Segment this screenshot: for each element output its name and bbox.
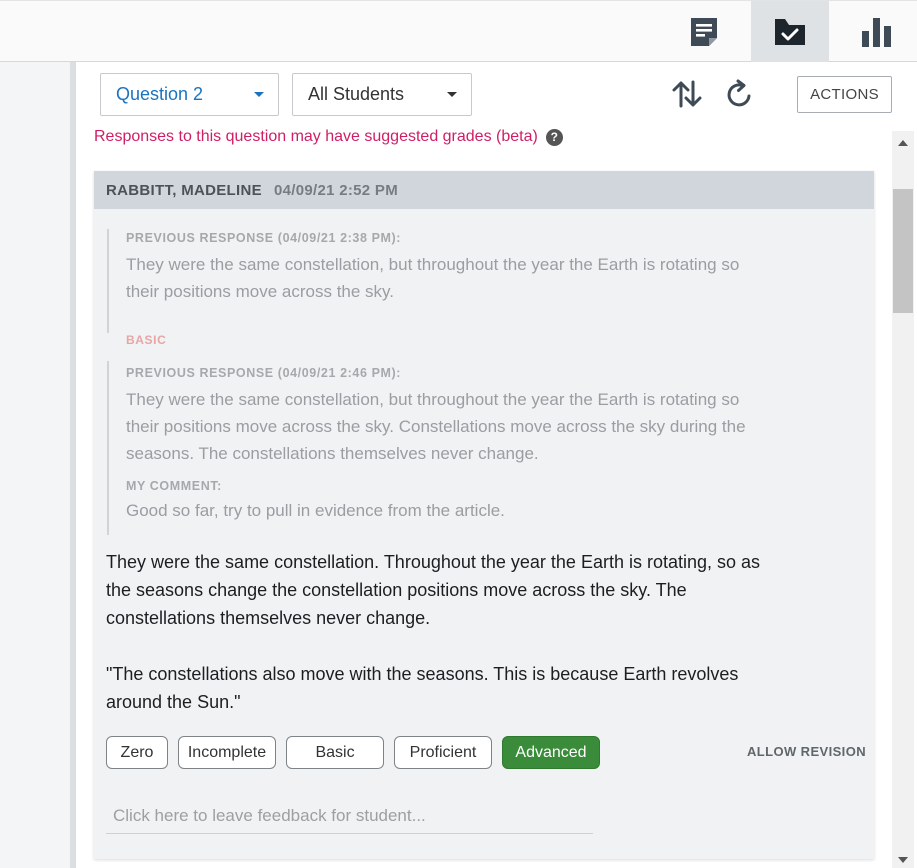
refresh-icon — [727, 79, 751, 107]
scroll-up-arrow[interactable] — [892, 135, 914, 151]
feedback-input[interactable] — [106, 798, 593, 834]
actions-button[interactable]: ACTIONS — [797, 76, 892, 113]
arrow-up-icon — [898, 140, 908, 146]
sort-button[interactable] — [669, 76, 705, 112]
chevron-down-icon — [254, 92, 264, 97]
responses-note-icon — [691, 17, 717, 46]
previous-grade-tag: BASIC — [126, 333, 167, 347]
tab-grading[interactable] — [751, 1, 829, 62]
previous-response-1: PREVIOUS RESPONSE (04/09/21 2:38 PM): Th… — [107, 229, 746, 333]
top-toolbar — [0, 0, 917, 62]
grading-panel: Question 2 All Students ACTIONS Response… — [76, 62, 917, 868]
grading-folder-check-icon — [775, 18, 805, 45]
suggested-grades-note: Responses to this question may have sugg… — [94, 128, 563, 146]
grade-button-proficient[interactable]: Proficient — [394, 736, 492, 769]
previous-response-text: They were the same constellation, but th… — [126, 255, 740, 301]
sort-arrows-icon — [672, 80, 702, 108]
scrollbar[interactable] — [892, 131, 914, 868]
grade-button-basic[interactable]: Basic — [286, 736, 384, 769]
students-select[interactable]: All Students — [292, 73, 472, 116]
student-name: RABBITT, MADELINE — [106, 181, 262, 199]
response-card: RABBITT, MADELINE 04/09/21 2:52 PM PREVI… — [94, 171, 874, 859]
chevron-down-icon — [447, 92, 457, 97]
current-response-paragraph: They were the same constellation. Throug… — [106, 552, 761, 628]
response-timestamp: 04/09/21 2:52 PM — [273, 181, 398, 199]
response-header: RABBITT, MADELINE 04/09/21 2:52 PM — [94, 171, 874, 209]
bar-chart-icon — [862, 17, 891, 47]
previous-response-label: PREVIOUS RESPONSE (04/09/21 2:46 PM): — [126, 366, 402, 380]
my-comment-text: Good so far, try to pull in evidence fro… — [126, 501, 505, 520]
tab-responses[interactable] — [665, 1, 743, 62]
my-comment-label: MY COMMENT: — [126, 479, 222, 493]
current-response: They were the same constellation. Throug… — [106, 548, 776, 716]
grade-button-incomplete[interactable]: Incomplete — [178, 736, 276, 769]
help-icon[interactable]: ? — [545, 128, 563, 146]
scroll-down-arrow[interactable] — [892, 852, 914, 868]
grade-button-advanced[interactable]: Advanced — [502, 736, 600, 769]
previous-response-label: PREVIOUS RESPONSE (04/09/21 2:38 PM): — [126, 231, 402, 245]
tab-reports[interactable] — [838, 1, 916, 62]
previous-response-2: PREVIOUS RESPONSE (04/09/21 2:46 PM): Th… — [107, 361, 746, 535]
left-pane — [0, 62, 70, 868]
suggested-grades-text: Responses to this question may have sugg… — [94, 128, 538, 145]
question-select-value: Question 2 — [116, 84, 204, 104]
previous-response-text: They were the same constellation, but th… — [126, 390, 746, 463]
scrollbar-thumb[interactable] — [893, 189, 913, 313]
arrow-down-icon — [898, 857, 908, 863]
question-select[interactable]: Question 2 — [100, 73, 279, 116]
current-response-paragraph: "The constellations also move with the s… — [106, 664, 739, 712]
grade-buttons: Zero Incomplete Basic Proficient Advance… — [106, 736, 600, 769]
allow-revision-link[interactable]: ALLOW REVISION — [747, 744, 866, 759]
refresh-button[interactable] — [722, 76, 758, 112]
students-select-value: All Students — [308, 84, 405, 104]
grade-button-zero[interactable]: Zero — [106, 736, 168, 769]
